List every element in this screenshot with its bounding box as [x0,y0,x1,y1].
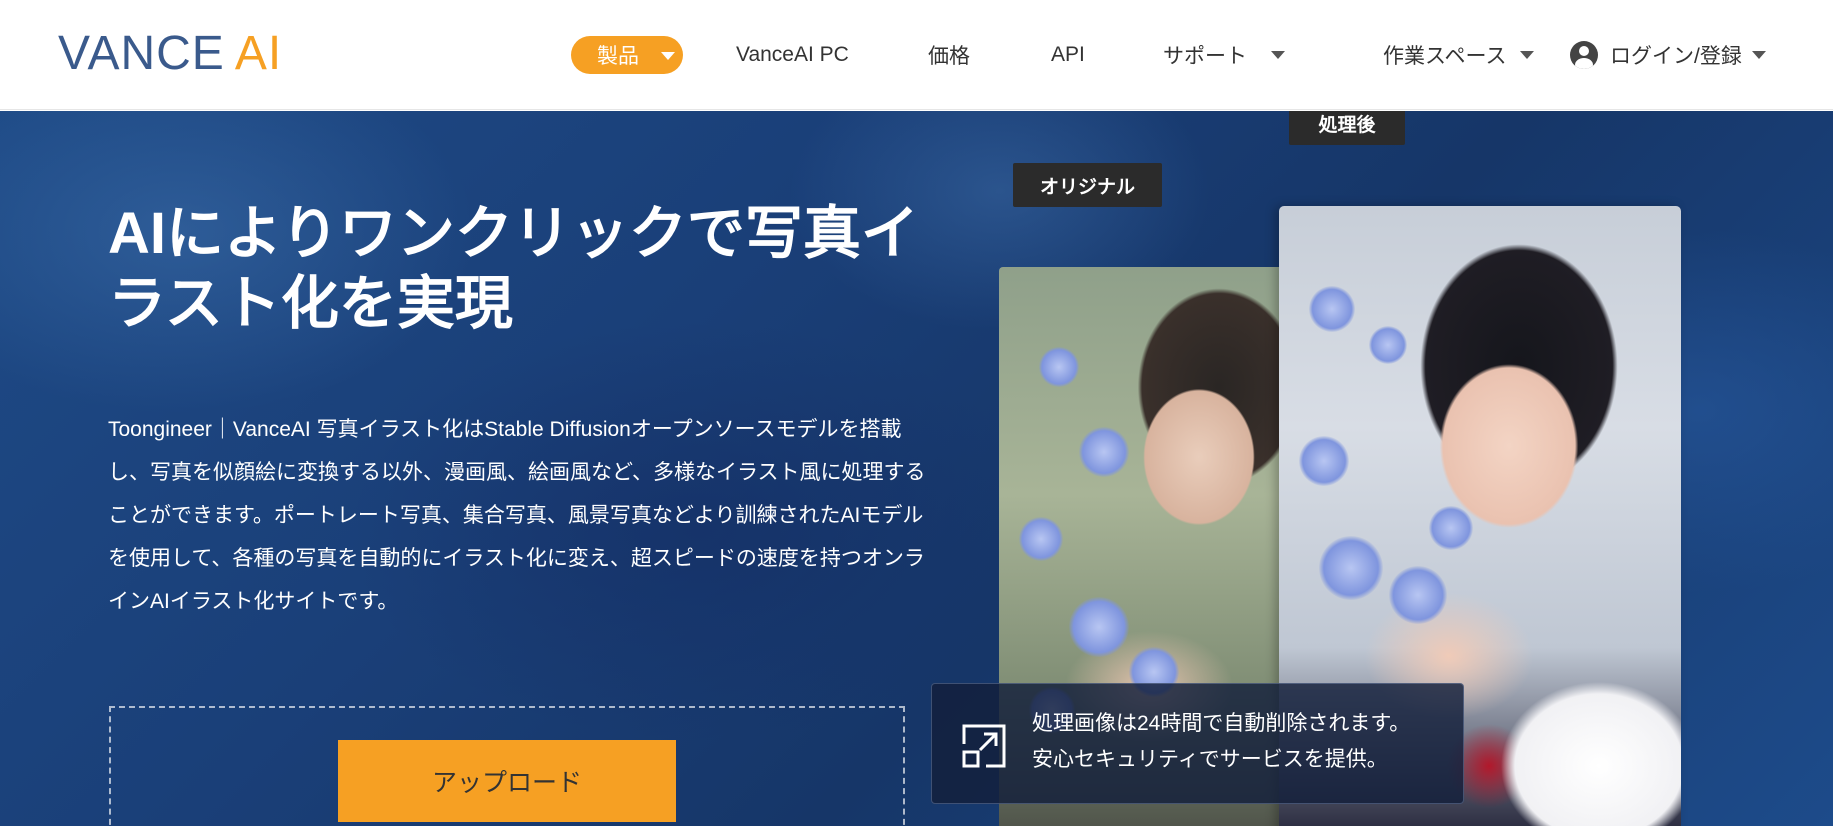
nav-vanceai-pc-label: VanceAI PC [736,43,849,66]
flower-decoration [1019,517,1063,561]
hero-section: AIによりワンクリックで写真イラスト化を実現 Toongineer｜VanceA… [0,111,1833,826]
site-header: VANCE AI 製品 VanceAI PC 価格 API サポート 作業スペー… [0,0,1833,110]
flower-decoration [1319,536,1383,600]
privacy-notice-line1: 処理画像は24時間で自動削除されます。 [1032,712,1411,735]
privacy-notice-text: 処理画像は24時間で自動削除されます。 安心セキュリティでサービスを提供。 [1032,706,1410,778]
main-nav: 製品 VanceAI PC 価格 API サポート 作業スペース ログイン/登録 [0,0,1833,110]
chevron-down-icon [1751,51,1766,59]
original-label-badge: オリジナル [1013,163,1162,207]
nav-login-dropdown[interactable]: ログイン/登録 [1570,36,1766,74]
processed-label-badge: 処理後 [1289,111,1405,145]
expand-square-icon [962,724,1006,768]
nav-workspace-label: 作業スペース [1383,45,1507,68]
flower-decoration [1429,506,1473,550]
flower-decoration [1389,566,1447,624]
flower-decoration [1299,436,1349,486]
nav-workspace-dropdown[interactable]: 作業スペース [1383,36,1535,74]
flower-decoration [1039,347,1079,387]
privacy-notice: 処理画像は24時間で自動削除されます。 安心セキュリティでサービスを提供。 [931,683,1464,804]
nav-products-label: 製品 [597,45,639,68]
chevron-down-icon [1271,51,1285,59]
privacy-notice-line2: 安心セキュリティでサービスを提供。 [1032,748,1388,771]
nav-api-label: API [1051,43,1085,66]
flower-decoration [1309,286,1355,332]
nav-vanceai-pc[interactable]: VanceAI PC [736,36,849,74]
flower-decoration [1069,597,1129,657]
flower-decoration [1079,427,1129,477]
hero-description: Toongineer｜VanceAI 写真イラスト化はStable Diffus… [108,418,926,613]
hero-title: AIによりワンクリックで写真イラスト化を実現 [108,201,919,336]
chevron-down-icon [1520,51,1535,59]
user-avatar-icon [1570,41,1598,69]
upload-button[interactable]: アップロード [338,740,676,822]
nav-pricing[interactable]: 価格 [928,36,970,74]
flower-decoration [1369,326,1407,364]
nav-support-dropdown[interactable]: サポート [1163,36,1285,74]
nav-api[interactable]: API [1051,36,1085,74]
nav-support-label: サポート [1163,45,1247,68]
nav-login-label: ログイン/登録 [1610,45,1742,68]
nav-pricing-label: 価格 [928,45,970,68]
nav-products-dropdown[interactable]: 製品 [571,36,683,74]
chevron-down-icon [661,52,675,60]
